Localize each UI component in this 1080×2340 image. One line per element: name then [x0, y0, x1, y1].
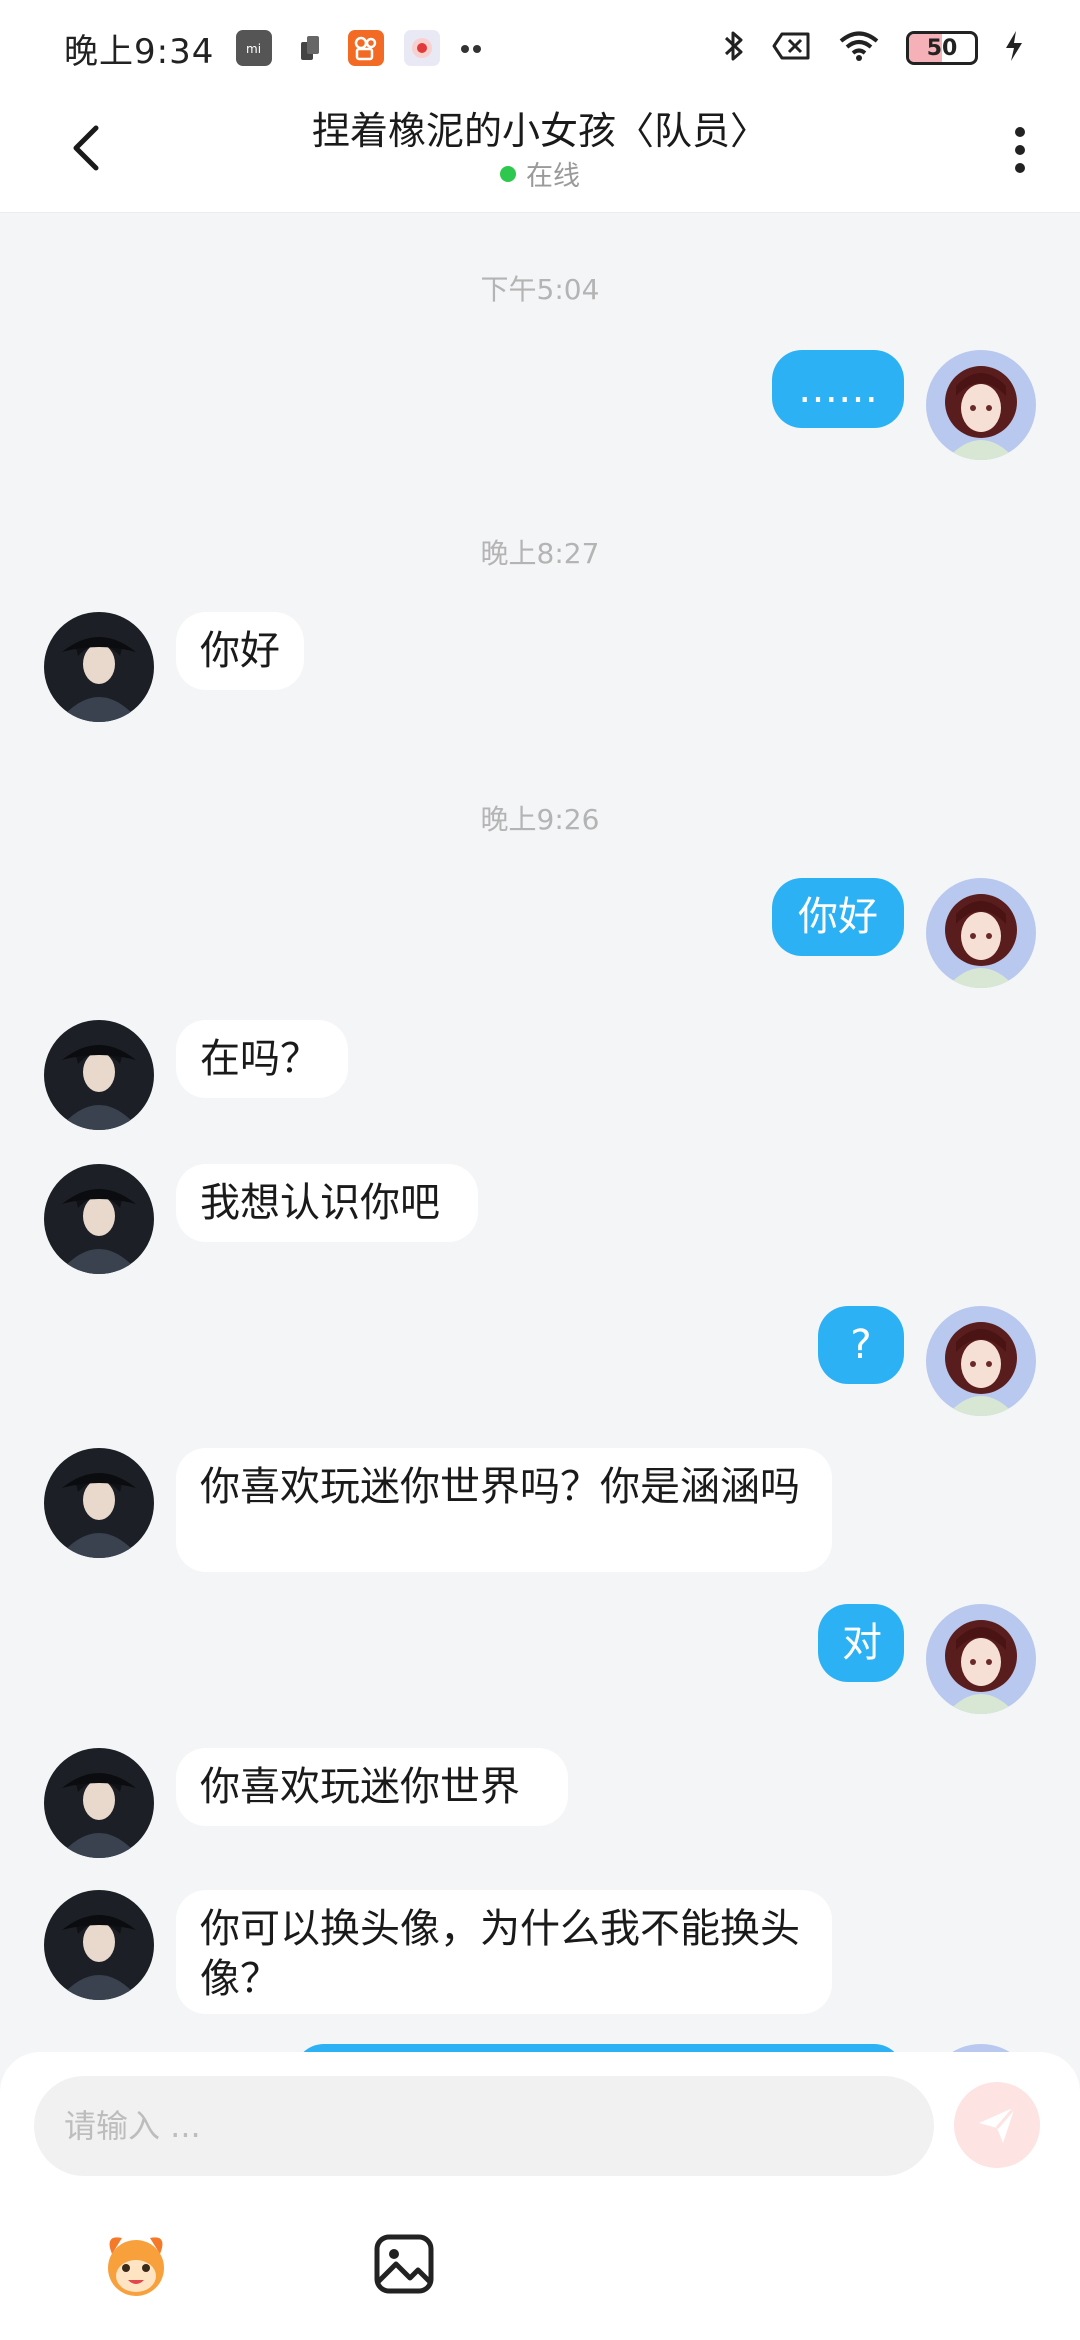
- girl-avatar-icon: [926, 878, 1036, 988]
- send-icon: [979, 2106, 1017, 2143]
- girl-avatar-icon: [926, 1604, 1036, 1714]
- send-button[interactable]: [954, 2082, 1040, 2168]
- boy-avatar-icon: [44, 1020, 154, 1130]
- status-time: 晚上9:34: [64, 31, 215, 72]
- message-bubble-incoming[interactable]: 你喜欢玩迷你世界: [176, 1748, 568, 1826]
- mascot-emoji-icon: [108, 2237, 164, 2296]
- contact-avatar[interactable]: [44, 1748, 154, 1858]
- message-bubble-outgoing[interactable]: 你好: [772, 878, 904, 956]
- message-bubble-incoming[interactable]: 我想认识你吧: [176, 1164, 478, 1242]
- chat-screen: 晚上9:34 mi 50 捏着橡泥的小女孩〈队员〉 在线 下午5:04 …… 晚…: [0, 0, 1080, 2340]
- image-icon: [374, 2234, 434, 2294]
- online-status-label: 在线: [526, 161, 580, 192]
- system-icons: 50: [722, 28, 1024, 68]
- more-dots-icon: [460, 39, 484, 58]
- sim-icon: [292, 30, 328, 66]
- contact-avatar[interactable]: [44, 1164, 154, 1274]
- my-avatar[interactable]: [926, 1306, 1036, 1416]
- message-list[interactable]: 下午5:04 …… 晚上8:27 你好 晚上9:26 你好 在吗？ 我想认识你吧…: [0, 212, 1080, 2084]
- chat-header: 捏着橡泥的小女孩〈队员〉 在线: [0, 96, 1080, 213]
- wifi-icon: [838, 30, 880, 66]
- notification-icons: mi: [236, 30, 484, 66]
- battery-icon: 50: [906, 31, 978, 65]
- message-bubble-incoming[interactable]: 你好: [176, 612, 304, 690]
- record-icon: [404, 30, 441, 66]
- more-vertical-icon: [1015, 127, 1025, 137]
- girl-avatar-icon: [926, 1306, 1036, 1416]
- online-dot: [500, 165, 516, 182]
- boy-avatar-icon: [44, 612, 154, 722]
- girl-avatar-icon: [926, 350, 1036, 460]
- boy-avatar-icon: [44, 1448, 154, 1558]
- boy-avatar-icon: [44, 1164, 154, 1274]
- message-bubble-outgoing[interactable]: 对: [818, 1604, 904, 1682]
- more-options-button[interactable]: [1000, 118, 1040, 182]
- image-button[interactable]: [362, 2222, 446, 2306]
- online-status: 在线: [0, 154, 1080, 193]
- kuaishou-icon: [348, 30, 385, 66]
- my-avatar[interactable]: [926, 1604, 1036, 1714]
- boy-avatar-icon: [44, 1890, 154, 2000]
- message-bubble-incoming[interactable]: 你喜欢玩迷你世界吗？你是涵涵吗: [176, 1448, 832, 1572]
- contact-avatar[interactable]: [44, 1890, 154, 2000]
- message-bubble-outgoing[interactable]: ?: [818, 1306, 904, 1384]
- chat-title: 捏着橡泥的小女孩〈队员〉: [311, 109, 768, 153]
- my-avatar[interactable]: [926, 350, 1036, 460]
- message-bubble-incoming[interactable]: 你可以换头像，为什么我不能换头像？: [176, 1890, 832, 2014]
- mi-icon: mi: [236, 30, 273, 66]
- charging-icon: [1004, 30, 1024, 66]
- contact-avatar[interactable]: [44, 1020, 154, 1130]
- timestamp: 晚上8:27: [480, 537, 600, 570]
- contact-avatar[interactable]: [44, 612, 154, 722]
- message-composer: [0, 2052, 1080, 2340]
- message-bubble-incoming[interactable]: 在吗？: [176, 1020, 348, 1098]
- my-avatar[interactable]: [926, 878, 1036, 988]
- contact-avatar[interactable]: [44, 1448, 154, 1558]
- emoji-button[interactable]: [94, 2222, 178, 2306]
- boy-avatar-icon: [44, 1748, 154, 1858]
- message-input[interactable]: [34, 2076, 934, 2176]
- timestamp: 下午5:04: [480, 273, 600, 306]
- bluetooth-icon: [722, 28, 746, 68]
- message-bubble-outgoing[interactable]: ……: [772, 350, 904, 428]
- svg-text:mi: mi: [246, 42, 261, 56]
- no-sim-icon: [772, 31, 812, 65]
- timestamp: 晚上9:26: [480, 803, 600, 836]
- battery-level: 50: [926, 35, 958, 61]
- status-bar: 晚上9:34 mi 50: [0, 0, 1080, 96]
